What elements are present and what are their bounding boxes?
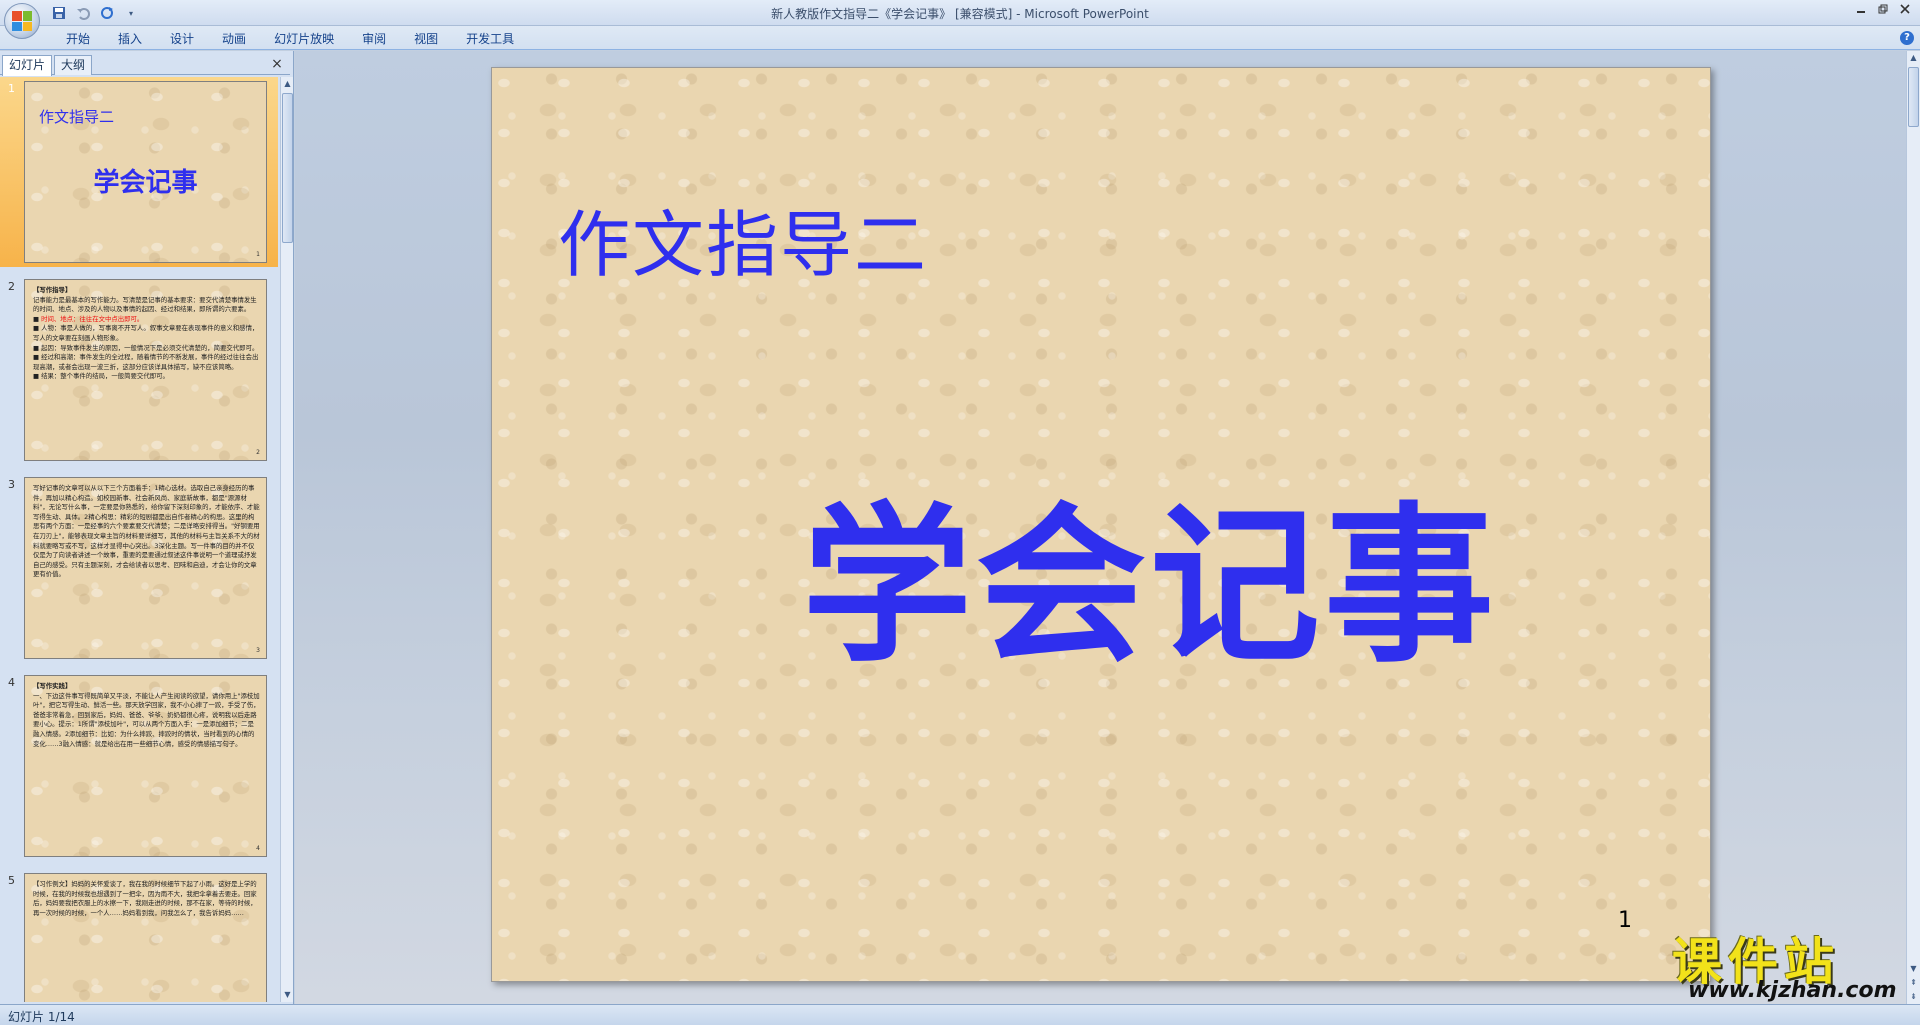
thumbnail-page-number: 3 <box>256 647 260 654</box>
watermark-logo: 课件站 www.kjzhan.com <box>1668 922 1904 1006</box>
ribbon: 开始 插入 设计 动画 幻灯片放映 审阅 视图 开发工具 ? <box>0 26 1920 50</box>
thumbnail-number: 3 <box>8 478 15 491</box>
tab-animations[interactable]: 动画 <box>208 30 260 48</box>
thumbnail-line-text: 经过和高潮：事件发生的全过程，随着情节的不断发展，事件的经过往往会出现高潮，或者… <box>33 353 259 371</box>
thumbnail-heading: 【写作实践】 <box>33 682 72 690</box>
thumbnail-number: 5 <box>8 874 15 887</box>
scrollbar-thumb[interactable] <box>282 93 293 243</box>
scroll-up-icon[interactable]: ▲ <box>1907 51 1920 65</box>
thumbnail-slide-2[interactable]: 【写作指导】 记事能力是最基本的写作能力。写清楚是记事的基本要求：要交代清楚事情… <box>24 279 267 461</box>
scroll-down-icon[interactable]: ▼ <box>1907 962 1920 976</box>
previous-slide-icon[interactable]: ⇞ <box>1907 976 1920 990</box>
tab-outline[interactable]: 大纲 <box>54 55 93 75</box>
ribbon-tabs: 开始 插入 设计 动画 幻灯片放映 审阅 视图 开发工具 <box>52 30 528 48</box>
close-icon[interactable]: × <box>270 57 284 71</box>
slide-subtitle[interactable]: 作文指导二 <box>558 186 928 291</box>
thumbnail-text: 【写作指导】 记事能力是最基本的写作能力。写清楚是记事的基本要求：要交代清楚事情… <box>33 286 260 382</box>
thumbnail-line: ■ 人物：事是人做的，写事离不开写人。叙事文章要在表现事件的意义和感情，写人的文… <box>33 324 259 342</box>
thumbnail-page-number: 4 <box>256 845 260 852</box>
thumbnail-line: ■ 时间、地点：往往在文中点出即可。 <box>33 314 144 323</box>
thumbnail-slide-5[interactable]: 【习作例文】妈妈的关怀爱谈了，我在我的时候细节下起了小雨。这好是上学的时候，在我… <box>24 873 267 1002</box>
editor-scrollbar[interactable]: ▲ ▼ ⇞ ⇟ <box>1906 51 1920 1004</box>
thumbnail-subtitle: 作文指导二 <box>39 108 115 126</box>
thumbnail-item[interactable]: 5 【习作例文】妈妈的关怀爱谈了，我在我的时候细节下起了小雨。这好是上学的时候，… <box>0 869 278 1002</box>
slide-editor: 作文指导二 学会记事 1 <box>295 51 1906 1004</box>
thumbnail-page-number: 2 <box>256 449 260 456</box>
watermark-url: www.kjzhan.com <box>1688 978 1897 1003</box>
status-bar: 幻灯片 1/14 <box>0 1004 1920 1025</box>
thumbnail-slide-3[interactable]: 写好记事的文章可以从以下三个方面着手：1精心选材。选取自己亲身经历的事件，再加以… <box>24 477 267 659</box>
thumbnail-line: 记事能力是最基本的写作能力。写清楚是记事的基本要求：要交代清楚事情发生的时间、地… <box>33 295 257 314</box>
slide-title[interactable]: 学会记事 <box>802 448 1498 694</box>
tab-slides[interactable]: 幻灯片 <box>2 55 53 76</box>
tab-slide-show[interactable]: 幻灯片放映 <box>260 30 348 48</box>
thumbnail-item[interactable]: 1 作文指导二 学会记事 1 <box>0 77 278 267</box>
thumbnail-text: 【写作实践】 一、下边这件事写得既简单又平淡，不能让人产生阅读的欲望，请你用上"… <box>33 682 260 749</box>
thumbnail-line-text: 人物：事是人做的，写事离不开写人。叙事文章要在表现事件的意义和感情，写人的文章要… <box>33 324 259 342</box>
thumbnail-item[interactable]: 3 写好记事的文章可以从以下三个方面着手：1精心选材。选取自己亲身经历的事件，再… <box>0 473 278 663</box>
tab-developer[interactable]: 开发工具 <box>452 30 528 48</box>
slide-indicator: 幻灯片 1/14 <box>8 1010 75 1024</box>
thumbnail-number: 2 <box>8 280 15 293</box>
thumbnail-line-text: 结果：整个事件的结局，一般简要交代即可。 <box>41 372 169 381</box>
thumbnail-line: ■ 经过和高潮：事件发生的全过程，随着情节的不断发展，事件的经过往往会出现高潮，… <box>33 353 259 371</box>
thumbnail-page-number: 1 <box>256 251 260 258</box>
scrollbar-thumb[interactable] <box>1908 67 1919 127</box>
restore-icon[interactable] <box>1874 2 1892 16</box>
thumbnail-line: ■ 起因：导致事件发生的原因，一般情况下是必须交代清楚的，简要交代即可。 <box>33 343 259 352</box>
thumbnail-slide-1[interactable]: 作文指导二 学会记事 1 <box>24 81 267 263</box>
office-logo-icon <box>12 11 32 31</box>
thumbnail-title: 学会记事 <box>93 168 198 198</box>
thumbnail-text: 写好记事的文章可以从以下三个方面着手：1精心选材。选取自己亲身经历的事件，再加以… <box>33 484 260 579</box>
thumbnail-heading: 【写作指导】 <box>33 286 72 294</box>
thumbnail-slide-4[interactable]: 【写作实践】 一、下边这件事写得既简单又平淡，不能让人产生阅读的欲望，请你用上"… <box>24 675 267 857</box>
thumbnail-list: 1 作文指导二 学会记事 1 2 【写作指导】 记事能力是最基本的写作能力。写清… <box>0 77 278 1002</box>
current-slide[interactable]: 作文指导二 学会记事 1 <box>491 67 1711 982</box>
minimize-icon[interactable] <box>1852 2 1870 16</box>
slides-panel: 幻灯片 大纲 × 1 作文指导二 学会记事 1 2 【写作指导】 记事能力是最基… <box>0 51 294 1004</box>
tab-insert[interactable]: 插入 <box>104 30 156 48</box>
panel-tabs: 幻灯片 大纲 × <box>0 53 290 76</box>
close-icon[interactable] <box>1896 2 1914 16</box>
thumbnail-body: 一、下边这件事写得既简单又平淡，不能让人产生阅读的欲望，请你用上"添枝加叶"，把… <box>33 691 260 748</box>
window-title: 新人教版作文指导二《学会记事》 [兼容模式] - Microsoft Power… <box>771 7 1149 21</box>
thumbnail-line: ■ 结果：整个事件的结局，一般简要交代即可。 <box>33 372 169 381</box>
window-controls <box>1852 2 1914 16</box>
scroll-up-icon[interactable]: ▲ <box>281 77 294 91</box>
office-button[interactable] <box>4 3 40 39</box>
help-icon[interactable]: ? <box>1900 31 1914 45</box>
scroll-down-icon[interactable]: ▼ <box>281 988 294 1002</box>
tab-home[interactable]: 开始 <box>52 30 104 48</box>
tab-view[interactable]: 视图 <box>400 30 452 48</box>
thumbnail-line-text: 时间、地点：往往在文中点出即可。 <box>41 314 144 323</box>
tab-design[interactable]: 设计 <box>156 30 208 48</box>
thumbnail-number: 4 <box>8 676 15 689</box>
tab-review[interactable]: 审阅 <box>348 30 400 48</box>
next-slide-icon[interactable]: ⇟ <box>1907 990 1920 1004</box>
thumbnail-line-text: 起因：导致事件发生的原因，一般情况下是必须交代清楚的，简要交代即可。 <box>41 343 259 352</box>
thumbnail-item[interactable]: 4 【写作实践】 一、下边这件事写得既简单又平淡，不能让人产生阅读的欲望，请你用… <box>0 671 278 861</box>
thumbnail-number: 1 <box>8 82 15 95</box>
thumbnail-text: 【习作例文】妈妈的关怀爱谈了，我在我的时候细节下起了小雨。这好是上学的时候，在我… <box>33 880 257 917</box>
title-bar: ▾ 新人教版作文指导二《学会记事》 [兼容模式] - Microsoft Pow… <box>0 0 1920 39</box>
thumbnail-scrollbar[interactable]: ▲ ▼ <box>280 77 293 1002</box>
thumbnail-item[interactable]: 2 【写作指导】 记事能力是最基本的写作能力。写清楚是记事的基本要求：要交代清楚… <box>0 275 278 465</box>
slide-number: 1 <box>1618 908 1632 933</box>
